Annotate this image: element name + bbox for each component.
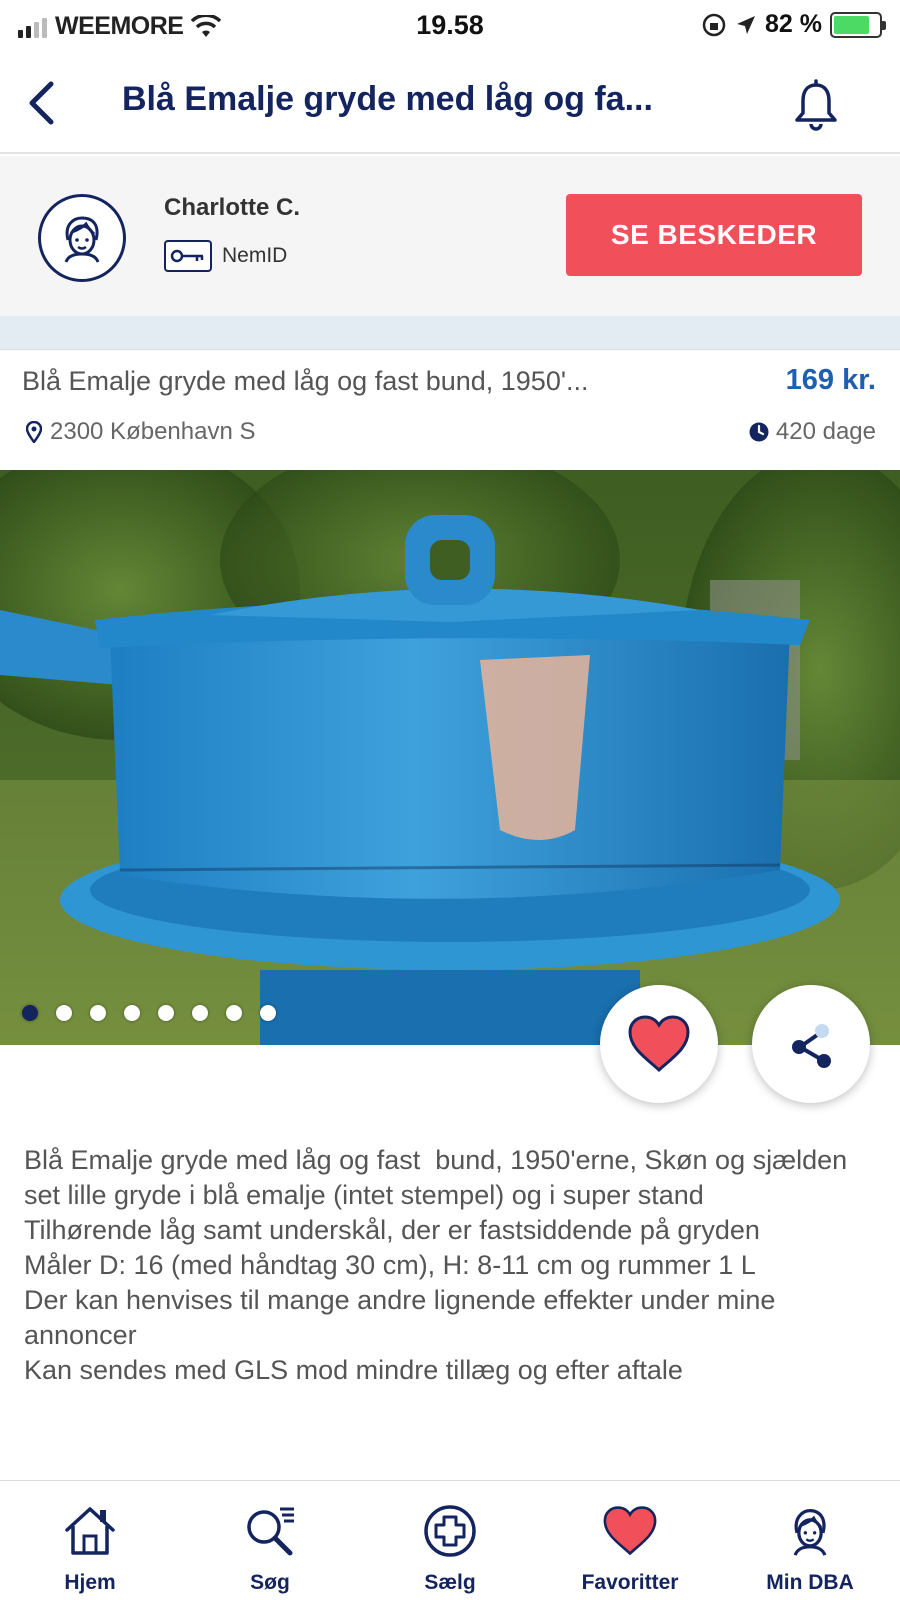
tab-home[interactable]: Hjem [0, 1481, 180, 1600]
tab-label: Hjem [64, 1571, 116, 1594]
pagination-dot[interactable] [124, 1005, 140, 1021]
divider [0, 316, 900, 350]
description-line: Der kan henvises til mange andre lignend… [24, 1285, 783, 1350]
profile-icon [793, 1508, 827, 1556]
tab-search[interactable]: Søg [180, 1481, 360, 1600]
seller-card: Charlotte C. NemID SE BESKEDER [0, 156, 900, 316]
pagination-dot[interactable] [226, 1005, 242, 1021]
home-icon [65, 1507, 115, 1555]
tab-my-dba[interactable]: Min DBA [720, 1481, 900, 1600]
see-messages-button[interactable]: SE BESKEDER [566, 194, 862, 276]
listing-description: Blå Emalje gryde med låg og fast bund, 1… [24, 1143, 884, 1473]
avatar[interactable] [38, 194, 126, 282]
nemid-label: NemID [222, 244, 288, 267]
plus-circle-icon [424, 1505, 476, 1557]
tab-label: Min DBA [766, 1571, 854, 1594]
pagination-dot[interactable] [260, 1005, 276, 1021]
description-line: Måler D: 16 (med håndtag 30 cm), H: 8-11… [24, 1250, 756, 1280]
seller-name[interactable]: Charlotte C. [164, 194, 300, 222]
location: 2300 København S [26, 418, 256, 446]
image-pagination[interactable] [22, 1005, 276, 1021]
tab-label: Sælg [424, 1571, 476, 1594]
page-title: Blå Emalje gryde med låg og fa... [122, 80, 653, 118]
nemid-badge: NemID [164, 240, 287, 272]
age-text: 420 dage [775, 418, 876, 445]
tab-bar: Hjem Søg Sælg Favoritter Min DBA [0, 1480, 900, 1600]
listing-title: Blå Emalje gryde med låg og fast bund, 1… [22, 366, 589, 396]
listing-photo[interactable] [0, 470, 900, 1045]
tab-favorites[interactable]: Favoritter [540, 1481, 720, 1600]
battery-icon [830, 11, 886, 38]
bell-icon [795, 79, 837, 131]
share-icon [792, 1024, 831, 1068]
location-text: 2300 København S [50, 418, 256, 445]
pot-photo [0, 470, 900, 1045]
nav-bar: Blå Emalje gryde med låg og fa... [0, 50, 900, 154]
pagination-dot[interactable] [192, 1005, 208, 1021]
clock-icon [749, 422, 769, 442]
tab-label: Søg [250, 1571, 290, 1594]
back-button[interactable] [18, 78, 64, 128]
description-line: Kan sendes med GLS mod mindre tillæg og … [24, 1355, 683, 1385]
share-button[interactable] [752, 985, 870, 1103]
status-bar: WEEMORE 19.58 82 % [0, 0, 900, 50]
pagination-dot[interactable] [90, 1005, 106, 1021]
pagination-dot[interactable] [22, 1005, 38, 1021]
chevron-left-icon [29, 81, 54, 125]
listing-age: 420 dage [748, 418, 876, 446]
location-arrow-icon [737, 15, 756, 34]
pagination-dot[interactable] [158, 1005, 174, 1021]
battery-percent: 82 % [765, 10, 822, 38]
favorite-button[interactable] [600, 985, 718, 1103]
listing-price: 169 kr. [785, 364, 876, 396]
orientation-lock-icon [702, 13, 726, 36]
heart-icon [628, 1015, 690, 1073]
location-pin-icon [26, 421, 42, 443]
profile-icon [64, 216, 100, 263]
search-icon [247, 1507, 294, 1556]
heart-icon [603, 1506, 657, 1556]
pagination-dot[interactable] [56, 1005, 72, 1021]
description-line: Tilhørende låg samt underskål, der er fa… [24, 1215, 760, 1245]
tab-sell[interactable]: Sælg [360, 1481, 540, 1600]
status-right: 82 % [701, 10, 886, 39]
notification-button[interactable] [788, 77, 844, 133]
tab-label: Favoritter [581, 1571, 679, 1594]
key-icon [164, 240, 212, 272]
description-line: Blå Emalje gryde med låg og fast bund, 1… [24, 1145, 855, 1210]
